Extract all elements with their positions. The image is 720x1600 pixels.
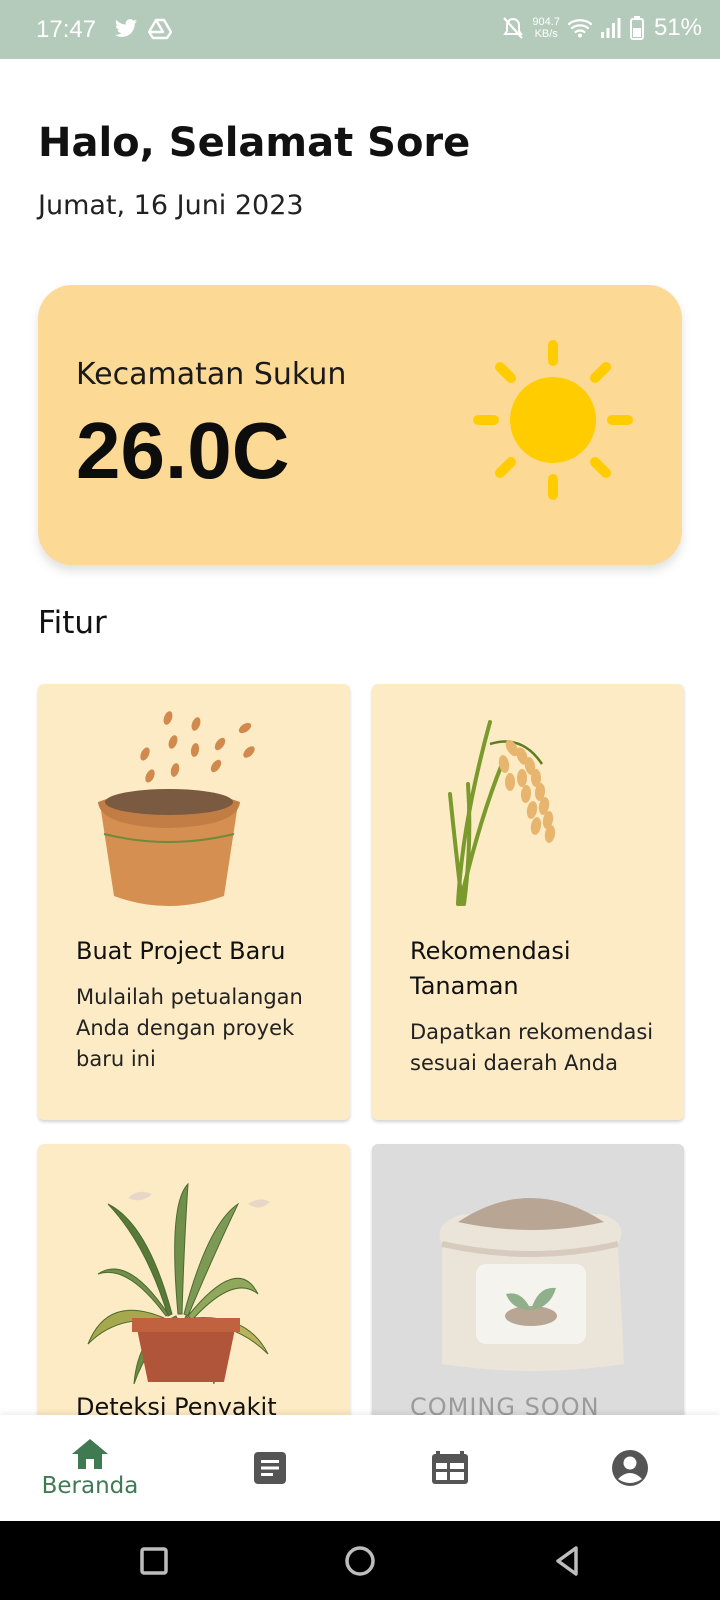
current-date: Jumat, 16 Juni 2023	[38, 190, 304, 221]
network-speed: 904.7 KB/s	[532, 16, 560, 40]
back-button[interactable]	[546, 1539, 590, 1583]
battery-icon	[629, 16, 644, 40]
nav-tab-profile[interactable]	[540, 1415, 720, 1521]
feature-card-new-project[interactable]: Buat Project Baru Mulailah petualangan A…	[38, 684, 350, 1120]
feature-card-description: Mulailah petualangan Anda dengan proyek …	[76, 985, 303, 1071]
calendar-icon	[432, 1451, 468, 1484]
signal-icon	[600, 18, 621, 38]
nav-tab-home[interactable]: Beranda	[0, 1415, 180, 1521]
features-section-title: Fitur	[38, 605, 107, 641]
status-time: 17:47	[36, 16, 97, 43]
greeting-title: Halo, Selamat Sore	[38, 120, 471, 166]
feature-card-title: Buat Project Baru	[76, 937, 286, 965]
feature-card-disease-detection[interactable]: Deteksi Penyakit	[38, 1144, 350, 1444]
sun-icon	[473, 340, 633, 500]
recents-button[interactable]	[132, 1539, 176, 1583]
home-button[interactable]	[338, 1539, 382, 1583]
nav-tab-articles[interactable]	[180, 1415, 360, 1521]
nav-tab-calendar[interactable]	[360, 1415, 540, 1521]
bottom-navigation: Beranda	[0, 1415, 720, 1521]
home-icon	[72, 1439, 108, 1469]
feature-card-description: Dapatkan rekomendasi sesuai daerah Anda	[410, 1020, 654, 1075]
seed-bag-icon	[439, 1198, 624, 1371]
weather-temperature: 26.0C	[76, 406, 290, 495]
home-screen: 17:47 904.7 KB/s 51% Halo, Selamat Sore …	[0, 0, 720, 1600]
network-speed-value: 904.7	[532, 16, 560, 28]
weather-location: Kecamatan Sukun	[76, 357, 347, 392]
feature-card-plant-recommendation[interactable]: Rekomendasi Tanaman Dapatkan rekomendasi…	[372, 684, 684, 1120]
system-navigation-bar	[0, 1521, 720, 1600]
notification-icons	[114, 18, 172, 40]
battery-percentage: 51%	[653, 14, 702, 41]
flower-pot-icon	[98, 711, 255, 906]
profile-icon	[612, 1450, 648, 1486]
feature-card-title: Rekomendasi Tanaman	[410, 937, 571, 1000]
drive-icon	[148, 18, 172, 40]
weather-card[interactable]: Kecamatan Sukun 26.0C	[38, 285, 682, 565]
rice-plant-icon	[448, 720, 556, 906]
nav-tab-label: Beranda	[41, 1473, 139, 1499]
article-icon	[254, 1452, 286, 1484]
twitter-icon	[115, 19, 137, 37]
network-speed-unit: KB/s	[534, 28, 558, 40]
status-bar: 17:47 904.7 KB/s 51%	[0, 0, 720, 59]
wilted-plant-icon	[87, 1182, 270, 1384]
mute-icon	[503, 17, 524, 39]
wifi-icon	[567, 19, 592, 38]
feature-card-coming-soon: COMING SOON	[372, 1144, 684, 1444]
system-status-icons: 904.7 KB/s 51%	[502, 14, 702, 42]
